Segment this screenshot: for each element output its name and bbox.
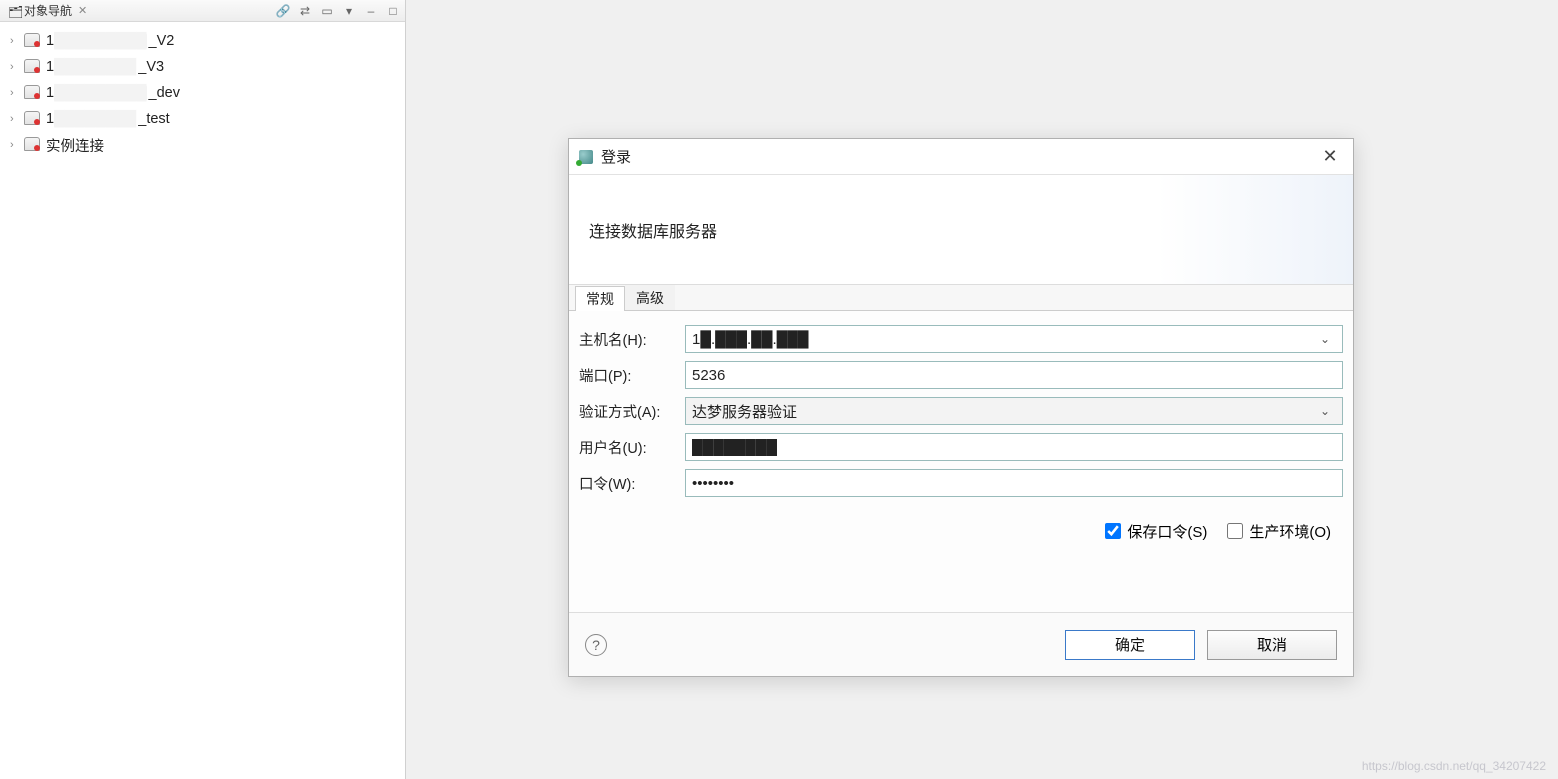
tree-item[interactable]: › 实例连接 (4, 132, 401, 158)
password-input[interactable] (685, 469, 1343, 497)
user-label: 用户名(U): (579, 437, 679, 458)
sidebar-header: 🗂 对象导航 ✕ 🔗 ⇄ ▭ ▾ – □ (0, 0, 405, 22)
ok-button[interactable]: 确定 (1065, 630, 1195, 660)
login-dialog: 登录 ✕ 连接数据库服务器 常规 高级 主机名(H): 1█.███.██.██… (568, 138, 1354, 677)
cancel-button[interactable]: 取消 (1207, 630, 1337, 660)
expand-icon[interactable]: › (10, 113, 22, 125)
auth-label: 验证方式(A): (579, 401, 679, 422)
tree-item[interactable]: › 1████████_test (4, 106, 401, 132)
sidebar-toolbar: 🔗 ⇄ ▭ ▾ – □ (275, 3, 401, 19)
host-value: 1█.███.██.███ (692, 331, 809, 348)
chevron-down-icon[interactable]: ⌄ (1314, 332, 1336, 346)
dialog-tabs: 常规 高级 (569, 285, 1353, 311)
watermark: https://blog.csdn.net/qq_34207422 (1362, 759, 1546, 773)
view-icon[interactable]: ▭ (319, 3, 335, 19)
app-icon (577, 148, 595, 166)
tab-advanced[interactable]: 高级 (625, 285, 675, 310)
database-icon (24, 59, 40, 75)
help-icon[interactable]: ? (585, 634, 607, 656)
expand-icon[interactable]: › (10, 139, 22, 151)
login-form: 主机名(H): 1█.███.██.███ ⌄ 端口(P): 验证方式(A): … (569, 311, 1353, 565)
tree-item[interactable]: › 1█████████_V2 (4, 28, 401, 54)
save-password-checkbox[interactable] (1105, 523, 1121, 539)
prod-env-checkbox[interactable] (1227, 523, 1243, 539)
expand-icon[interactable]: › (10, 35, 22, 47)
port-label: 端口(P): (579, 365, 679, 386)
dialog-banner: 连接数据库服务器 (569, 175, 1353, 285)
dialog-title: 登录 (601, 146, 631, 167)
auth-value: 达梦服务器验证 (692, 401, 797, 422)
tree-item-label: 实例连接 (46, 135, 104, 156)
user-input[interactable] (685, 433, 1343, 461)
expand-icon[interactable]: › (10, 61, 22, 73)
dialog-banner-text: 连接数据库服务器 (589, 218, 717, 242)
tree-item[interactable]: › 1████████_V3 (4, 54, 401, 80)
database-icon (24, 33, 40, 49)
maximize-icon[interactable]: □ (385, 3, 401, 19)
tab-general[interactable]: 常规 (575, 286, 625, 311)
password-label: 口令(W): (579, 473, 679, 494)
prod-env-label: 生产环境(O) (1249, 521, 1331, 542)
object-navigator-panel: 🗂 对象导航 ✕ 🔗 ⇄ ▭ ▾ – □ › 1█████████_V2 › 1███… (0, 0, 406, 779)
object-tree[interactable]: › 1█████████_V2 › 1████████_V3 › 1█████████_d… (0, 22, 405, 164)
prod-env-toggle[interactable]: 生产环境(O) (1227, 521, 1331, 542)
host-label: 主机名(H): (579, 329, 679, 350)
tree-item-label: 1█████████_dev (46, 85, 180, 101)
dialog-footer: ? 确定 取消 (569, 612, 1353, 676)
tree-item[interactable]: › 1█████████_dev (4, 80, 401, 106)
close-icon[interactable]: ✕ (1315, 142, 1345, 172)
sidebar-title: 对象导航 (24, 2, 72, 19)
dialog-titlebar: 登录 ✕ (569, 139, 1353, 175)
database-icon (24, 137, 40, 153)
auth-combo[interactable]: 达梦服务器验证 ⌄ (685, 397, 1343, 425)
sidebar-close-icon[interactable]: ✕ (78, 4, 87, 17)
menu-icon[interactable]: ▾ (341, 3, 357, 19)
collapse-icon[interactable]: ⇄ (297, 3, 313, 19)
expand-icon[interactable]: › (10, 87, 22, 99)
link-icon[interactable]: 🔗 (275, 3, 291, 19)
database-icon (24, 85, 40, 101)
tree-item-label: 1█████████_V2 (46, 33, 174, 49)
host-combo[interactable]: 1█.███.██.███ ⌄ (685, 325, 1343, 353)
save-password-toggle[interactable]: 保存口令(S) (1105, 521, 1207, 542)
tree-item-label: 1████████_V3 (46, 59, 164, 75)
minimize-icon[interactable]: – (363, 3, 379, 19)
tree-item-label: 1████████_test (46, 111, 170, 127)
save-password-label: 保存口令(S) (1127, 521, 1207, 542)
chevron-down-icon[interactable]: ⌄ (1314, 404, 1336, 418)
tree-icon: 🗂 (8, 5, 20, 17)
database-icon (24, 111, 40, 127)
port-input[interactable] (685, 361, 1343, 389)
